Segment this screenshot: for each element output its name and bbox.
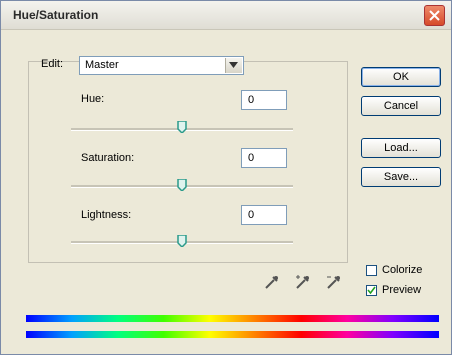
close-icon (429, 10, 440, 21)
close-button[interactable] (424, 5, 445, 26)
hue-input[interactable]: 0 (241, 90, 287, 110)
output-color-ramp (26, 331, 439, 338)
saturation-value: 0 (248, 152, 255, 164)
hue-label: Hue: (81, 93, 105, 105)
cancel-button[interactable]: Cancel (361, 96, 441, 116)
saturation-input[interactable]: 0 (241, 148, 287, 168)
hue-saturation-dialog: Hue/Saturation Edit: Master Hue: 0 Satur… (0, 0, 452, 355)
preview-checkbox-box[interactable] (366, 285, 377, 296)
input-color-ramp (26, 315, 439, 322)
hue-slider-thumb[interactable] (177, 121, 187, 133)
saturation-label: Saturation: (81, 152, 135, 164)
edit-select-dropdown-button[interactable] (225, 58, 242, 73)
dialog-title: Hue/Saturation (13, 8, 99, 22)
chevron-down-icon (229, 62, 238, 68)
edit-select[interactable]: Master (79, 56, 244, 75)
eyedropper-plus-icon[interactable] (295, 274, 311, 290)
colorize-checkbox-box[interactable] (366, 265, 377, 276)
lightness-slider-thumb[interactable] (177, 235, 187, 247)
saturation-slider-thumb[interactable] (177, 179, 187, 191)
ok-button[interactable]: OK (361, 67, 441, 87)
check-icon (367, 286, 376, 295)
hue-value: 0 (248, 94, 255, 106)
eyedropper-minus-icon[interactable] (326, 274, 342, 290)
title-bar[interactable]: Hue/Saturation (1, 1, 451, 30)
lightness-value: 0 (248, 209, 255, 221)
load-button[interactable]: Load... (361, 138, 441, 158)
save-button[interactable]: Save... (361, 167, 441, 187)
adjustment-group (28, 61, 348, 263)
eyedropper-icon[interactable] (264, 274, 280, 290)
colorize-label: Colorize (382, 264, 423, 276)
edit-label: Edit: (41, 58, 64, 70)
lightness-label: Lightness: (81, 209, 132, 221)
preview-label: Preview (382, 284, 422, 296)
edit-select-value: Master (85, 59, 119, 71)
lightness-input[interactable]: 0 (241, 205, 287, 225)
